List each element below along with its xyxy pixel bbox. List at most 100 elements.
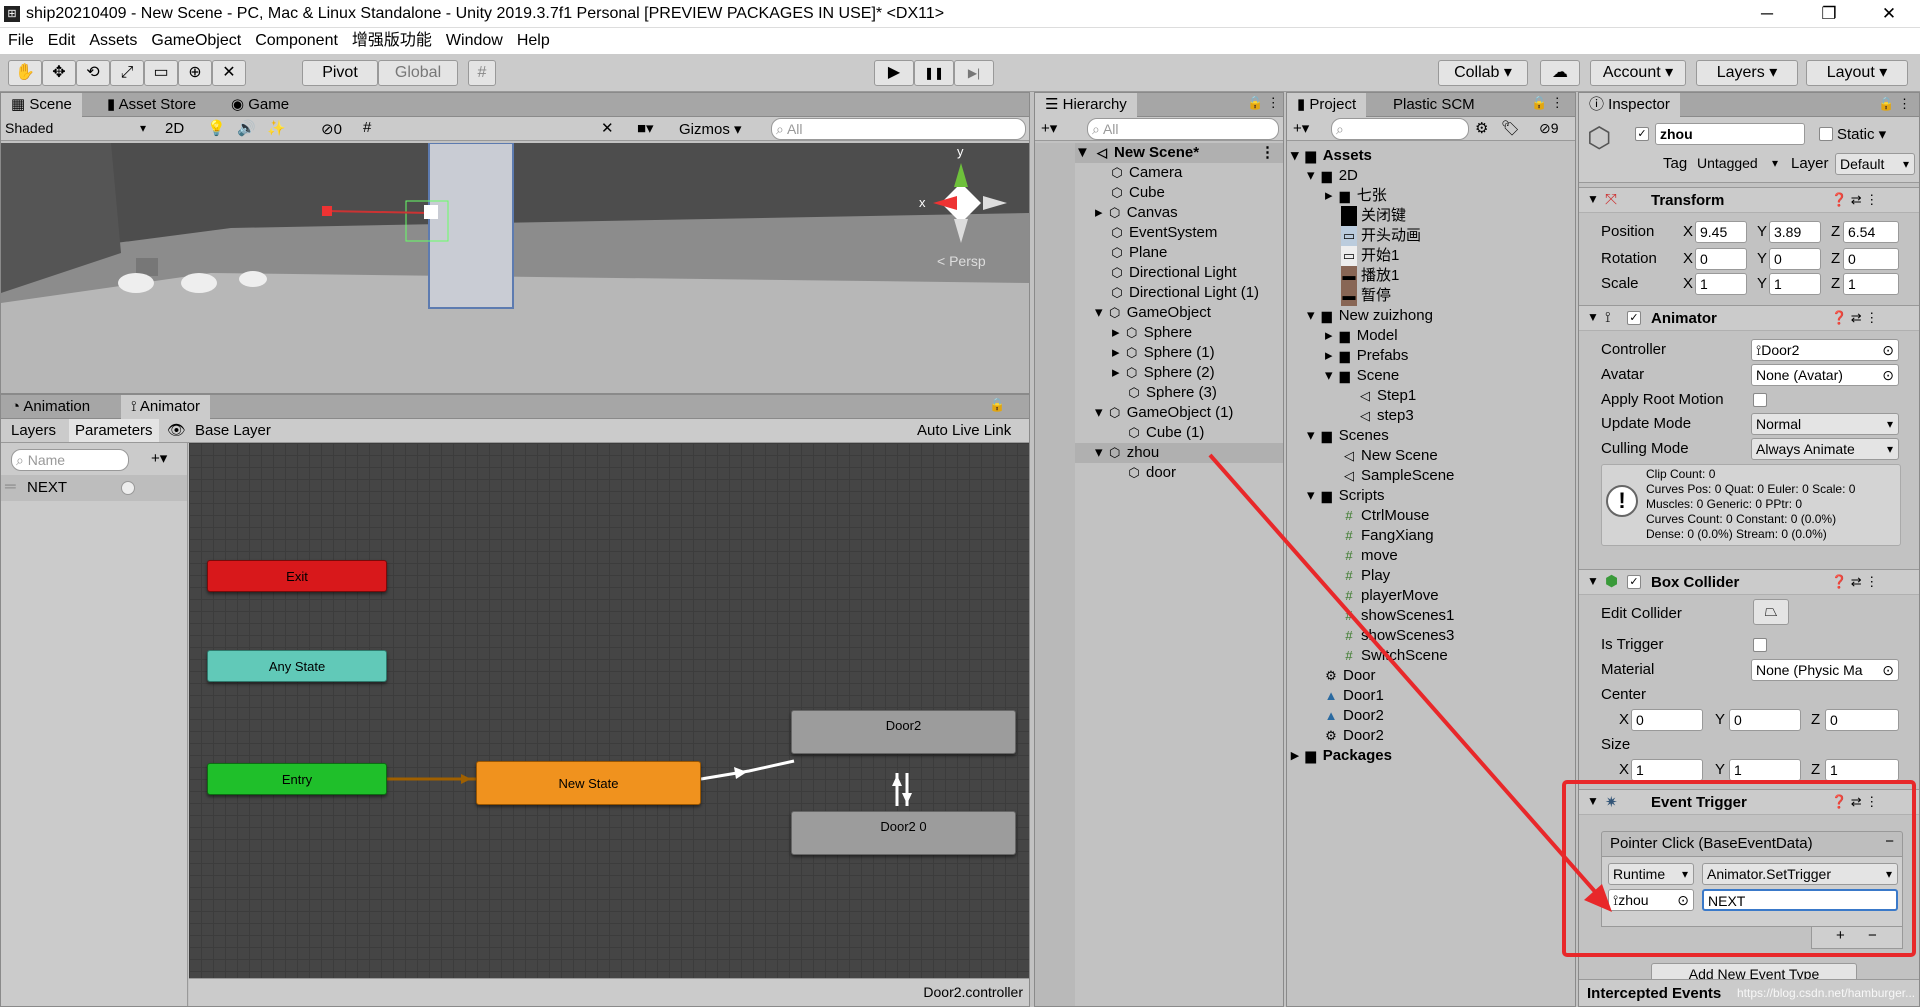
project-item[interactable]: ▾ ▆ Scene	[1325, 366, 1399, 386]
help-icon[interactable]: ❓ ⇄ ⋮	[1831, 794, 1878, 810]
function-dropdown[interactable]: Animator.SetTrigger	[1702, 863, 1898, 885]
hierarchy-item-selected[interactable]: ▾ ⬡ zhou	[1075, 443, 1283, 463]
gizmos-dropdown[interactable]: Gizmos ▾	[679, 120, 742, 138]
tab-game[interactable]: ◉ Game	[221, 93, 299, 117]
center-x-field[interactable]: 0	[1631, 709, 1703, 731]
animator-header[interactable]: ▼ ⟟ ✓ Animator ❓ ⇄ ⋮	[1579, 305, 1919, 331]
help-icon[interactable]: ❓ ⇄ ⋮	[1831, 192, 1878, 208]
tab-project[interactable]: ▮ Project	[1287, 93, 1367, 117]
foldout-arrow-icon[interactable]: ▼	[1587, 192, 1599, 206]
audio-icon[interactable]: 🔊	[237, 119, 256, 137]
hierarchy-search-input[interactable]: ⌕ All	[1087, 118, 1279, 140]
project-create-button[interactable]: +▾	[1293, 119, 1309, 137]
active-checkbox[interactable]: ✓	[1635, 127, 1649, 141]
foldout-arrow-icon[interactable]: ▼	[1587, 310, 1599, 324]
hidden-objects-count[interactable]: ⊘0	[321, 120, 342, 138]
tab-scene[interactable]: ▦ Scene	[1, 93, 82, 117]
size-y-field[interactable]: 1	[1729, 759, 1801, 781]
size-x-field[interactable]: 1	[1631, 759, 1703, 781]
maximize-button[interactable]: ❐	[1806, 2, 1852, 26]
minimize-button[interactable]: ─	[1744, 2, 1790, 26]
help-icon[interactable]: ❓ ⇄ ⋮	[1831, 574, 1878, 590]
auto-live-link-button[interactable]: Auto Live Link	[917, 422, 1011, 439]
add-listener-button[interactable]: +	[1836, 927, 1845, 944]
tag-dropdown[interactable]: Untagged	[1693, 153, 1783, 175]
state-any-state[interactable]: Any State	[207, 650, 387, 682]
hierarchy-item[interactable]: ⬡ Cube (1)	[1126, 423, 1204, 443]
center-z-field[interactable]: 0	[1825, 709, 1899, 731]
project-item[interactable]: ▬ 关闭键	[1341, 206, 1406, 226]
parameter-search-input[interactable]: ⌕ Name	[11, 449, 129, 471]
project-search-input[interactable]: ⌕	[1331, 118, 1469, 140]
hierarchy-item[interactable]: ▸ ⬡ Sphere (1)	[1112, 343, 1215, 363]
close-button[interactable]: ✕	[1866, 2, 1912, 26]
hierarchy-item[interactable]: ⬡ door	[1126, 463, 1176, 483]
menu-component[interactable]: Component	[255, 28, 338, 54]
trigger-argument-input[interactable]: NEXT	[1702, 889, 1898, 911]
project-item[interactable]: # showScenes1	[1341, 606, 1454, 626]
breadcrumb-base-layer[interactable]: Base Layer	[195, 422, 271, 439]
project-item[interactable]: # move	[1341, 546, 1397, 566]
rotate-tool-icon[interactable]: ⟲	[76, 60, 110, 86]
update-mode-dropdown[interactable]: Normal	[1751, 413, 1899, 435]
size-z-field[interactable]: 1	[1825, 759, 1899, 781]
grid-snap-icon[interactable]: #	[468, 60, 496, 86]
hierarchy-item[interactable]: ▸ ⬡ Sphere (2)	[1112, 363, 1215, 383]
hierarchy-item[interactable]: ⬡ Plane	[1109, 243, 1167, 263]
position-y-field[interactable]: 3.89	[1769, 221, 1821, 243]
project-item[interactable]: ▬ 播放1	[1341, 266, 1399, 286]
object-picker-icon[interactable]: ⊙	[1882, 340, 1894, 360]
menu-assets[interactable]: Assets	[89, 28, 137, 54]
layers-subtab[interactable]: Layers	[11, 422, 56, 439]
target-object-field[interactable]: ⟟zhou ⊙	[1608, 889, 1694, 911]
state-new-state[interactable]: New State	[476, 761, 701, 805]
box-collider-enabled-checkbox[interactable]: ✓	[1627, 575, 1641, 589]
hierarchy-item[interactable]: ⬡ EventSystem	[1109, 223, 1217, 243]
lock-icon[interactable]: 🔒	[989, 397, 1005, 413]
rotation-y-field[interactable]: 0	[1769, 248, 1821, 270]
state-exit[interactable]: Exit	[207, 560, 387, 592]
foldout-arrow-icon[interactable]: ▼	[1587, 794, 1599, 808]
scene-search-input[interactable]: ⌕ All	[771, 118, 1026, 140]
project-item[interactable]: ▭ 开始1	[1341, 246, 1399, 266]
state-door2-0[interactable]: Door2 0	[791, 811, 1016, 855]
project-item[interactable]: ▸ ▆ Model	[1325, 326, 1398, 346]
static-checkbox[interactable]	[1819, 127, 1833, 141]
scale-z-field[interactable]: 1	[1843, 273, 1899, 295]
drag-handle-icon[interactable]: ═	[5, 478, 16, 495]
project-item[interactable]: ◁ step3	[1357, 406, 1414, 426]
project-item[interactable]: ▸ ▆ Prefabs	[1325, 346, 1408, 366]
is-trigger-checkbox[interactable]	[1753, 638, 1767, 652]
account-dropdown[interactable]: Account ▾	[1590, 60, 1686, 86]
hidden-packages-count[interactable]: ⊘9	[1539, 120, 1559, 137]
help-icon[interactable]: ❓ ⇄ ⋮	[1831, 310, 1878, 326]
search-by-label-icon[interactable]: 🏷	[1501, 119, 1520, 137]
cloud-icon[interactable]: ☁	[1540, 60, 1580, 86]
project-item[interactable]: # FangXiang	[1341, 526, 1433, 546]
position-x-field[interactable]: 9.45	[1695, 221, 1747, 243]
step-button[interactable]: ▶|	[954, 60, 994, 86]
project-lock-icon[interactable]: 🔒 ⋮	[1531, 95, 1564, 111]
project-item[interactable]: # SwitchScene	[1341, 646, 1447, 666]
static-dropdown[interactable]: Static ▾	[1837, 125, 1886, 143]
hierarchy-item[interactable]: ▾ ⬡ GameObject (1)	[1095, 403, 1233, 423]
menu-window[interactable]: Window	[446, 28, 503, 54]
hierarchy-item[interactable]: ▸ ⬡ Sphere	[1112, 323, 1192, 343]
play-button[interactable]: ▶	[874, 60, 914, 86]
hierarchy-lock-icon[interactable]: 🔒 ⋮	[1247, 95, 1280, 111]
position-z-field[interactable]: 6.54	[1843, 221, 1899, 243]
custom-tool-icon[interactable]: ✕	[212, 60, 246, 86]
project-item[interactable]: ▲ Door2	[1323, 706, 1384, 726]
project-item[interactable]: ▾ ▆ 2D	[1307, 166, 1358, 186]
remove-listener-button[interactable]: −	[1868, 927, 1877, 944]
animator-graph[interactable]: Exit Any State Entry New State Door2 Doo…	[189, 443, 1029, 978]
remove-event-button[interactable]: −	[1885, 833, 1894, 850]
transform-header[interactable]: ▼ ⤧ Transform ❓ ⇄ ⋮	[1579, 187, 1919, 213]
foldout-arrow-icon[interactable]: ▼	[1587, 574, 1599, 588]
culling-mode-dropdown[interactable]: Always Animate	[1751, 438, 1899, 460]
pause-button[interactable]: ❚❚	[914, 60, 954, 86]
project-item[interactable]: ▲ Door1	[1323, 686, 1384, 706]
event-trigger-header[interactable]: ▼ ✷ Event Trigger ❓ ⇄ ⋮	[1579, 789, 1919, 815]
scene-menu-icon[interactable]: ⋮	[1260, 143, 1275, 163]
project-item[interactable]: ▬ 暂停	[1341, 286, 1391, 306]
